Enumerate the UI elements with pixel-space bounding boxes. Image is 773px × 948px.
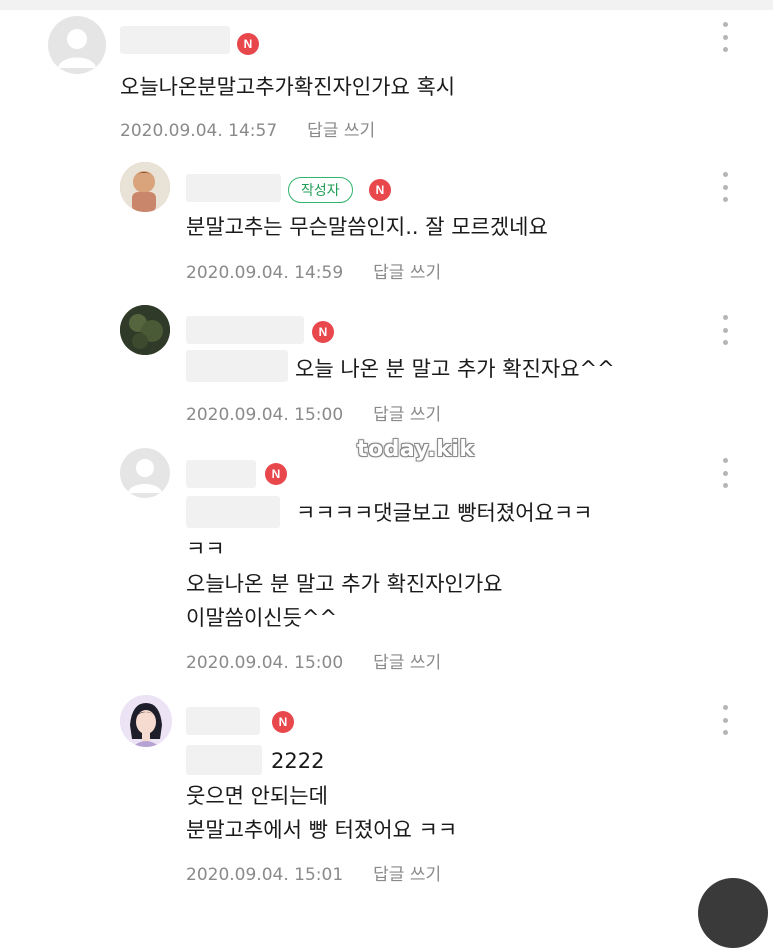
comment-text: 분말고추는 무슨말씀인지.. 잘 모르겠네요	[186, 215, 548, 239]
mention-redacted	[186, 350, 288, 382]
mention-redacted	[186, 496, 280, 528]
more-options-icon[interactable]	[715, 315, 735, 345]
floating-action-button[interactable]	[698, 878, 768, 948]
top-edge	[0, 0, 773, 10]
mention-redacted	[186, 745, 262, 775]
new-badge: N	[237, 33, 259, 55]
comment-text: 오늘 나온 분 말고 추가 확진자요^^	[295, 357, 615, 381]
author-badge: 작성자	[288, 177, 353, 203]
comment-meta: 2020.09.04. 15:00 답글 쓰기	[186, 400, 441, 425]
timestamp: 2020.09.04. 14:57	[120, 121, 278, 141]
timestamp: 2020.09.04. 15:00	[186, 653, 344, 673]
author-name-redacted[interactable]	[186, 460, 256, 488]
new-badge: N	[272, 711, 294, 733]
author-name-redacted[interactable]	[186, 316, 304, 344]
avatar-photo[interactable]	[120, 305, 170, 355]
author-name-redacted[interactable]	[186, 174, 281, 202]
author-name-redacted[interactable]	[186, 707, 260, 735]
timestamp: 2020.09.04. 14:59	[186, 263, 344, 283]
comment-text-line-3: 분말고추에서 빵 터졌어요 ㅋㅋ	[186, 818, 458, 842]
comment-text-line-3: 오늘나온 분 말고 추가 확진자인가요	[186, 572, 503, 596]
child-photo-icon	[120, 162, 170, 212]
more-options-icon[interactable]	[715, 458, 735, 488]
comment-meta: 2020.09.04. 15:00 답글 쓰기	[186, 648, 441, 673]
new-badge: N	[369, 179, 391, 201]
new-badge: N	[312, 321, 334, 343]
comment-text-line-2: ㅋㅋ	[186, 537, 225, 561]
comment-meta: 2020.09.04. 14:57 답글 쓰기	[120, 116, 375, 141]
avatar-default[interactable]	[120, 448, 170, 498]
avatar-photo[interactable]	[120, 162, 170, 212]
plant-photo-icon	[120, 305, 170, 355]
reply-button[interactable]: 답글 쓰기	[373, 865, 441, 885]
comment-meta: 2020.09.04. 15:01 답글 쓰기	[186, 860, 441, 885]
reply-button[interactable]: 답글 쓰기	[373, 653, 441, 673]
more-options-icon[interactable]	[715, 22, 735, 52]
more-options-icon[interactable]	[715, 172, 735, 202]
comment-text-line-2: 웃으면 안되는데	[186, 784, 328, 808]
timestamp: 2020.09.04. 15:01	[186, 865, 344, 885]
comment-text-line-1: 2222	[271, 749, 325, 773]
user-silhouette-icon	[58, 29, 96, 68]
more-options-icon[interactable]	[715, 705, 735, 735]
avatar-default[interactable]	[48, 16, 106, 74]
woman-illustration-icon	[120, 695, 172, 747]
comment-text-line-1: ㅋㅋㅋㅋ댓글보고 빵터졌어요ㅋㅋ	[296, 501, 593, 525]
timestamp: 2020.09.04. 15:00	[186, 405, 344, 425]
comment-text: 오늘나온분말고추가확진자인가요 혹시	[120, 75, 456, 99]
reply-button[interactable]: 답글 쓰기	[307, 121, 375, 141]
reply-button[interactable]: 답글 쓰기	[373, 405, 441, 425]
user-silhouette-icon	[128, 459, 162, 493]
watermark: today.kik	[357, 437, 475, 462]
reply-button[interactable]: 답글 쓰기	[373, 263, 441, 283]
avatar-illustration[interactable]	[120, 695, 172, 747]
comment-meta: 2020.09.04. 14:59 답글 쓰기	[186, 258, 441, 283]
author-name-redacted[interactable]	[120, 26, 230, 54]
comment-text-line-4: 이말씀이신듯^^	[186, 606, 338, 630]
new-badge: N	[265, 463, 287, 485]
